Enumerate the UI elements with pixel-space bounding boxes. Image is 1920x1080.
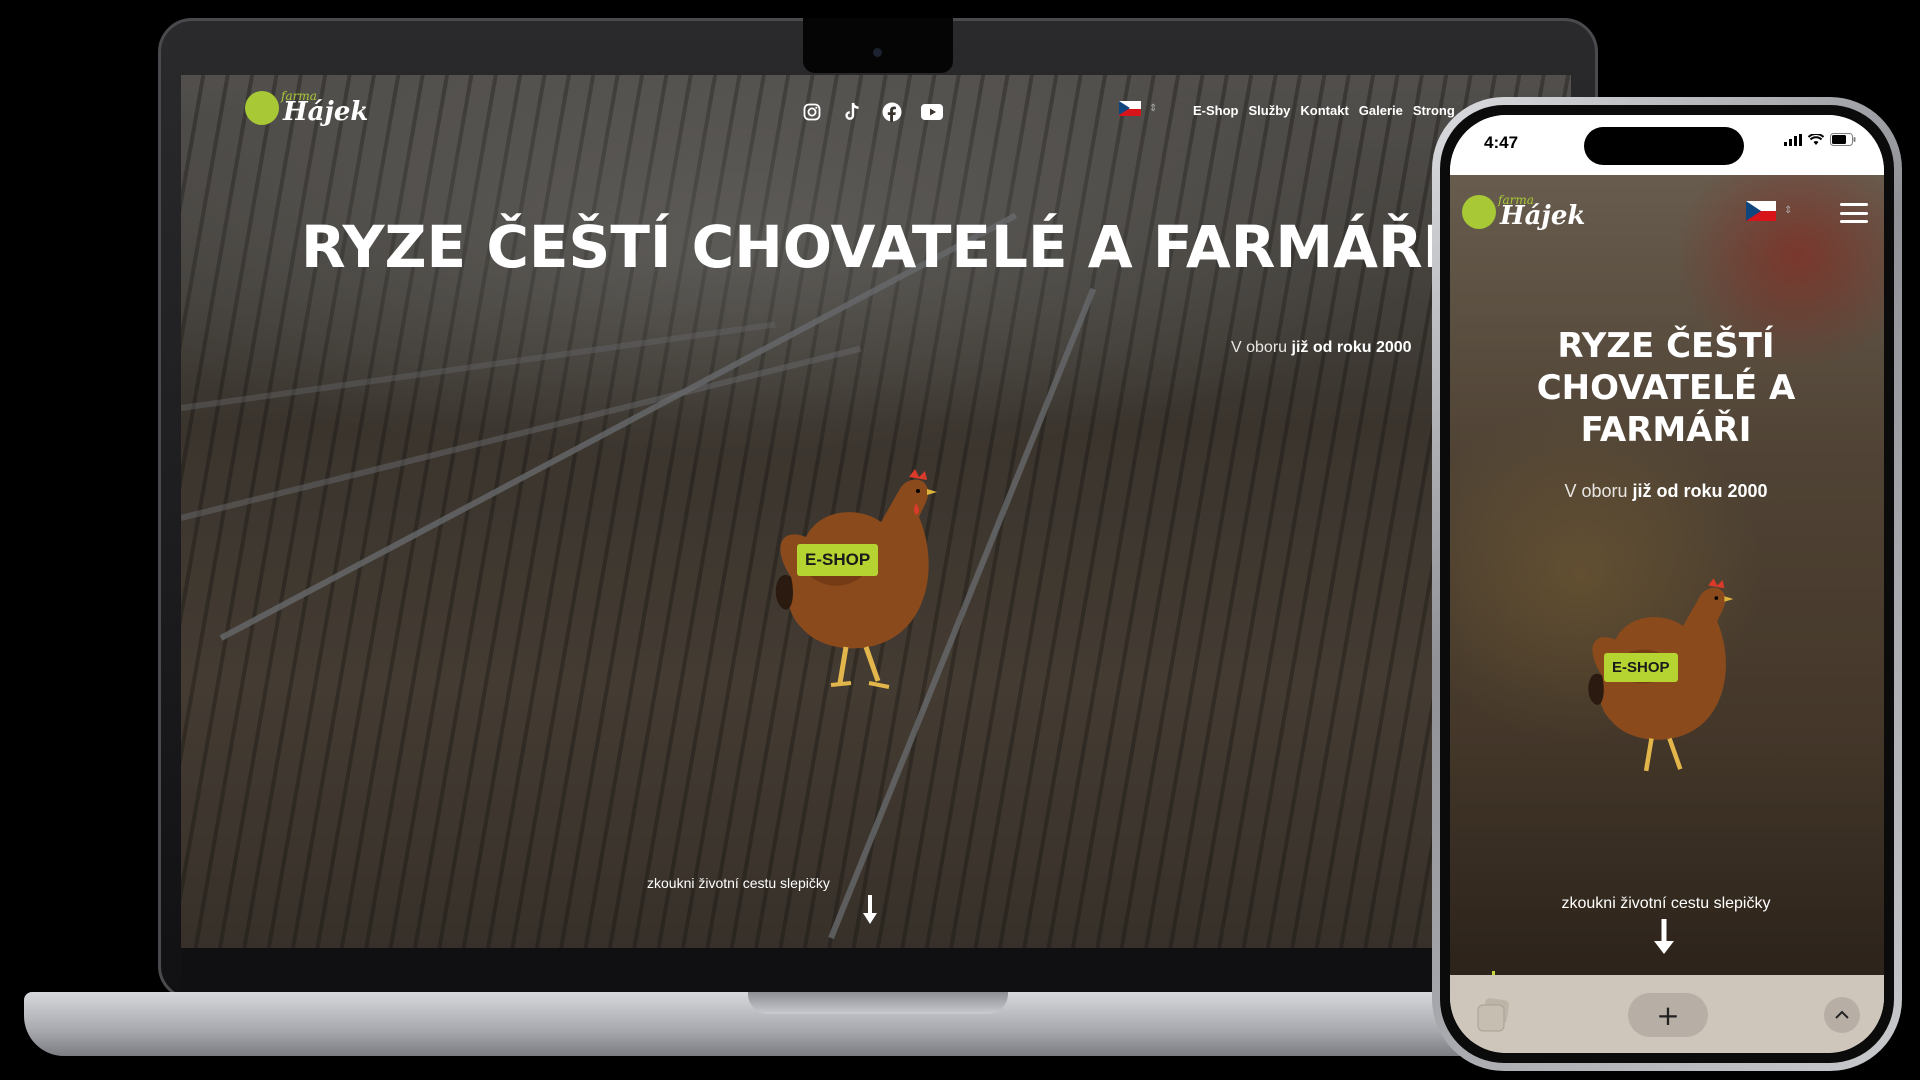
instagram-icon[interactable]	[801, 101, 823, 123]
mobile-hero-subtitle: V oboru již od roku 2000	[1450, 481, 1882, 502]
logo-small-text: farma	[281, 89, 317, 103]
eshop-badge[interactable]: E-SHOP	[797, 544, 879, 576]
hamburger-menu-icon[interactable]	[1840, 203, 1868, 223]
status-icons	[1784, 133, 1856, 151]
laptop-notch	[803, 18, 953, 73]
chevron-updown-icon: ⇕	[1784, 205, 1793, 216]
logo-runner-icon	[1462, 195, 1496, 229]
hero-subtitle: V oboru již od roku 2000	[1231, 339, 1412, 357]
laptop-camera	[873, 48, 882, 57]
mobile-site-logo[interactable]: farma Hájek	[1462, 193, 1585, 231]
hero-subtitle-bold: již od roku 2000	[1632, 481, 1768, 501]
chevron-updown-icon: ⇕	[1149, 102, 1158, 114]
social-links	[801, 101, 943, 123]
phone-frame: 4:47 farma Hájek ⇕ RYZE ČEŠTÍ CHOVATELÉ …	[1432, 97, 1902, 1071]
language-selector[interactable]: ⇕	[1119, 101, 1157, 116]
facebook-icon[interactable]	[881, 101, 903, 123]
laptop-bezel-bottom	[181, 948, 1571, 992]
new-tab-button[interactable]: +	[1628, 993, 1708, 1037]
eshop-badge[interactable]: E-SHOP	[1604, 653, 1678, 682]
tabs-icon[interactable]	[1474, 995, 1514, 1035]
hero-subtitle-bold: již od roku 2000	[1291, 339, 1412, 356]
mobile-hero-title: RYZE ČEŠTÍ CHOVATELÉ A FARMÁŘI	[1536, 326, 1796, 450]
mobile-scroll-cta-text[interactable]: zkoukni životní cestu slepičky	[1450, 895, 1882, 913]
status-time: 4:47	[1484, 133, 1519, 152]
browser-toolbar: +	[1450, 975, 1884, 1053]
scroll-cta-text[interactable]: zkoukni životní cestu slepičky	[647, 875, 830, 891]
nav-item-sluzby[interactable]: Služby	[1249, 103, 1291, 118]
nav-item-galerie[interactable]: Galerie	[1359, 103, 1403, 118]
phone-screen: 4:47 farma Hájek ⇕ RYZE ČEŠTÍ CHOVATELÉ …	[1450, 115, 1884, 1053]
battery-icon	[1830, 133, 1856, 151]
main-nav: E-Shop Služby Kontakt Galerie Strong	[1193, 103, 1455, 118]
hero-subtitle-plain: V oboru	[1564, 481, 1628, 501]
youtube-icon[interactable]	[921, 101, 943, 123]
mobile-language-selector[interactable]: ⇕	[1746, 201, 1792, 221]
phone-bezel: 4:47 farma Hájek ⇕ RYZE ČEŠTÍ CHOVATELÉ …	[1440, 105, 1894, 1063]
czech-flag-icon	[1119, 101, 1141, 116]
eshop-hen-link[interactable]: E-SHOP	[751, 467, 951, 702]
arrow-down-icon[interactable]	[1654, 919, 1674, 960]
wifi-icon	[1807, 133, 1825, 151]
hero-subtitle-plain: V oboru	[1231, 339, 1288, 356]
tiktok-icon[interactable]	[841, 101, 863, 123]
mobile-eshop-hen-link[interactable]: E-SHOP	[1566, 575, 1746, 790]
logo-small-text: farma	[1498, 193, 1534, 207]
nav-item-kontakt[interactable]: Kontakt	[1300, 103, 1348, 118]
chevron-up-icon[interactable]	[1824, 997, 1860, 1033]
nav-item-eshop[interactable]: E-Shop	[1193, 103, 1239, 118]
nav-item-strong[interactable]: Strong	[1413, 103, 1455, 118]
laptop-screen: farma Hájek ⇕ E-Shop Služby Kontakt Gale…	[181, 75, 1571, 948]
logo-runner-icon	[245, 91, 279, 125]
mobile-website: farma Hájek ⇕ RYZE ČEŠTÍ CHOVATELÉ A FAR…	[1450, 175, 1884, 975]
laptop-thumb-notch	[748, 992, 1008, 1014]
dynamic-island	[1584, 127, 1744, 165]
arrow-down-icon[interactable]	[863, 895, 877, 930]
hero-title: RYZE ČEŠTÍ CHOVATELÉ A FARMÁŘI	[301, 213, 1445, 281]
czech-flag-icon	[1746, 201, 1776, 221]
status-bar: 4:47	[1450, 115, 1884, 175]
site-logo[interactable]: farma Hájek	[245, 89, 368, 127]
signal-icon	[1784, 133, 1802, 151]
hen-icon	[775, 469, 937, 689]
